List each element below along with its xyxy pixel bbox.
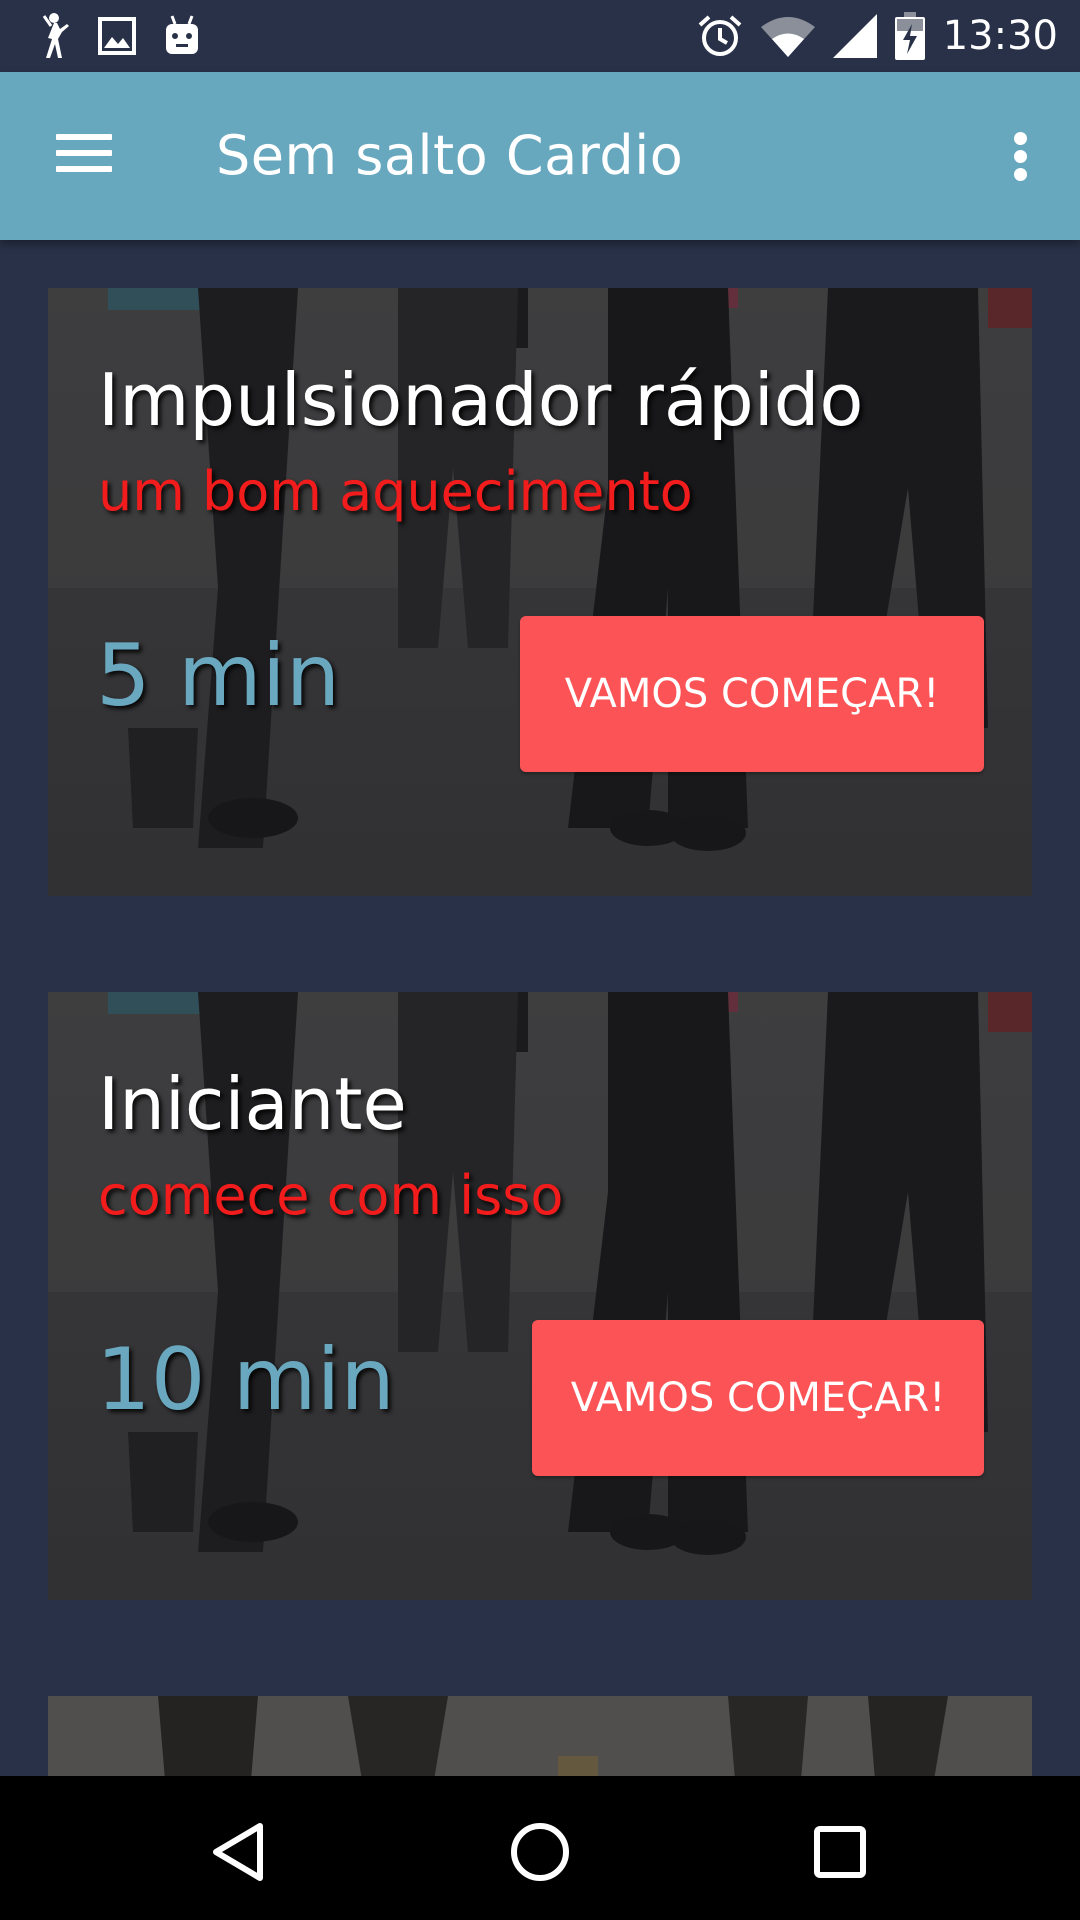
workout-subtitle: comece com isso xyxy=(98,1164,564,1227)
workout-list[interactable]: Impulsionador rápido um bom aquecimento … xyxy=(0,240,1080,1776)
battery-charging-icon xyxy=(894,12,925,60)
dancer-icon xyxy=(36,12,72,60)
app-bar: Sem salto Cardio xyxy=(0,72,1080,240)
more-vert-icon[interactable] xyxy=(990,116,1050,196)
start-workout-button[interactable]: VAMOS COMEÇAR! xyxy=(532,1320,984,1476)
wifi-icon xyxy=(760,15,815,57)
workout-card: Iniciante comece com isso 10 min VAMOS C… xyxy=(48,992,1032,1600)
status-time: 13:30 xyxy=(942,13,1058,59)
workout-card xyxy=(48,1696,1032,1776)
status-bar: 13:30 xyxy=(0,0,1080,72)
home-icon[interactable] xyxy=(500,1812,580,1892)
system-nav-bar xyxy=(0,1776,1080,1920)
android-icon xyxy=(162,14,202,58)
alarm-icon xyxy=(697,13,743,59)
hamburger-menu-icon[interactable] xyxy=(40,112,130,202)
start-workout-button[interactable]: VAMOS COMEÇAR! xyxy=(520,616,984,772)
page-title: Sem salto Cardio xyxy=(216,124,684,187)
workout-card: Impulsionador rápido um bom aquecimento … xyxy=(48,288,1032,896)
workout-title: Impulsionador rápido xyxy=(98,358,864,442)
back-icon[interactable] xyxy=(200,1812,280,1892)
workout-title: Iniciante xyxy=(98,1062,407,1146)
workout-duration: 10 min xyxy=(96,1330,395,1430)
recents-icon[interactable] xyxy=(800,1812,880,1892)
signal-icon xyxy=(832,14,877,58)
image-icon xyxy=(98,17,136,55)
workout-duration: 5 min xyxy=(96,626,341,726)
workout-subtitle: um bom aquecimento xyxy=(98,460,693,523)
